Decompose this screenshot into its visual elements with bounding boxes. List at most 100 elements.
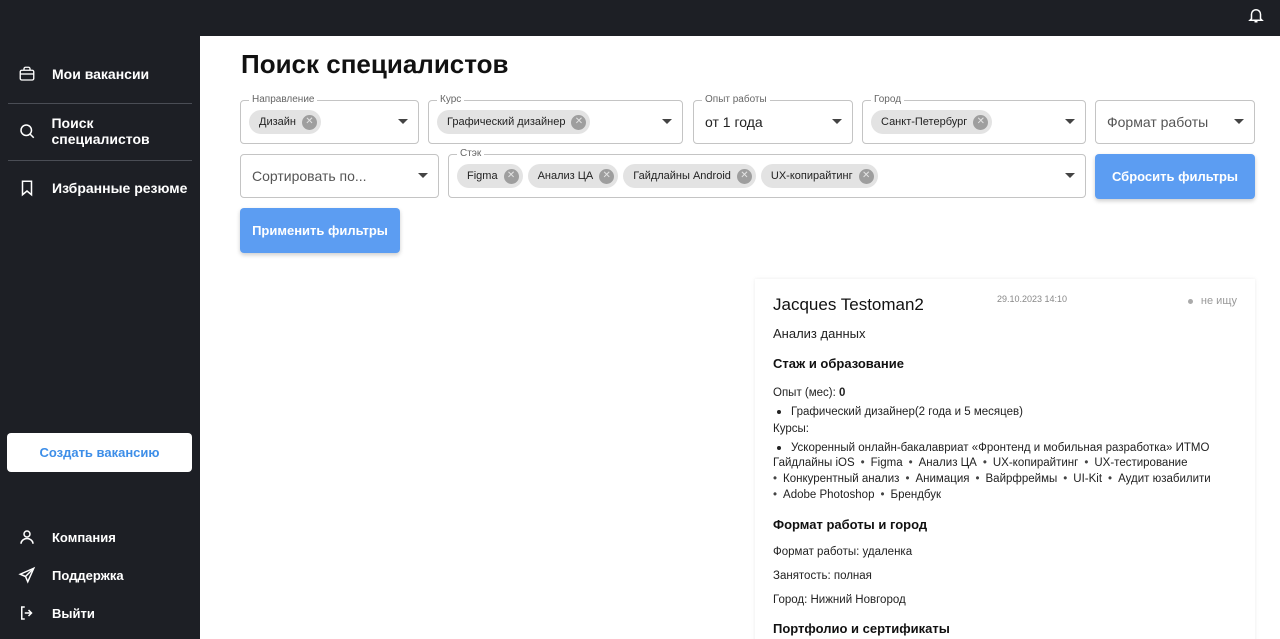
sidebar-item-label: Поддержка: [52, 567, 124, 583]
skill-tag: Анализ ЦА: [918, 457, 977, 469]
skill-tag: UX-копирайтинг: [992, 457, 1079, 469]
section-heading: Стаж и образование: [773, 356, 904, 371]
skill-tag: UX-тестирование: [1094, 457, 1188, 469]
chip-label: Санкт-Петербург: [881, 116, 968, 128]
skills-line: • Adobe Photoshop • Брендбук: [773, 489, 942, 501]
sidebar-item-company[interactable]: Компания: [8, 522, 192, 552]
chip-direction: Дизайн ✕: [249, 110, 321, 134]
chip-label: Графический дизайнер: [447, 116, 566, 128]
experience-select[interactable]: Опыт работы от 1 года: [693, 94, 853, 144]
chip-label: Анализ ЦА: [537, 170, 594, 182]
experience-row: Опыт (мес): 0: [773, 387, 845, 399]
close-icon[interactable]: ✕: [599, 168, 615, 184]
sidebar: Мои вакансии Поиск специалистов Избранны…: [0, 36, 200, 639]
course-text: Ускоренный онлайн-бакалавриат «Фронтенд …: [791, 442, 1210, 454]
close-icon[interactable]: ✕: [571, 114, 587, 130]
chip-stack: Figma ✕: [457, 164, 523, 188]
chip-stack: Анализ ЦА ✕: [527, 164, 619, 188]
skill-tag: Adobe Photoshop: [783, 489, 875, 501]
skill-tag: UI-Kit: [1073, 473, 1103, 485]
chevron-down-icon[interactable]: [832, 119, 842, 124]
section-heading: Портфолио и сертификаты: [773, 621, 950, 636]
sort-select[interactable]: Сортировать по...: [240, 154, 439, 198]
sidebar-item-logout[interactable]: Выйти: [8, 598, 192, 628]
search-icon: [16, 120, 37, 142]
chevron-down-icon[interactable]: [398, 119, 408, 124]
skills-line: Гайдлайны iOS • Figma • Анализ ЦА • UX-копирай…: [773, 457, 1188, 469]
work-format-placeholder: Формат работы: [1107, 114, 1209, 130]
city-text: Город: Нижний Новгород: [773, 594, 906, 606]
close-icon[interactable]: ✕: [858, 168, 874, 184]
sidebar-item-label: Компания: [52, 529, 116, 545]
city-select[interactable]: Город Санкт-Петербург ✕: [862, 94, 1086, 144]
sidebar-item-favorites[interactable]: Избранные резюме: [8, 160, 192, 216]
close-icon[interactable]: ✕: [736, 168, 752, 184]
chip-label: Гайдлайны Android: [633, 170, 731, 182]
create-vacancy-button[interactable]: Создать вакансию: [7, 433, 192, 472]
sidebar-item-support[interactable]: Поддержка: [8, 560, 192, 590]
chip-stack: UX-копирайтинг ✕: [760, 164, 878, 188]
chevron-down-icon[interactable]: [1065, 173, 1075, 178]
sidebar-item-search[interactable]: Поиск специалистов: [8, 103, 192, 159]
sidebar-item-label: Поиск специалистов: [51, 115, 150, 147]
reset-filters-button[interactable]: Сбросить фильтры: [1095, 154, 1255, 199]
candidate-date: 29.10.2023 14:10: [997, 294, 1068, 304]
experience-label: Опыт (мес):: [773, 387, 836, 399]
chip-stack: Гайдлайны Android ✕: [623, 164, 756, 188]
sidebar-item-label: Выйти: [52, 605, 95, 621]
page-title: Поиск специалистов: [241, 49, 509, 79]
main-content: Поиск специалистов Направление Дизайн ✕ …: [200, 36, 1280, 639]
close-icon[interactable]: ✕: [503, 168, 519, 184]
candidate-card[interactable]: Jacques Testoman2 29.10.2023 14:10 не ищ…: [755, 279, 1255, 639]
skill-tag: Аудит юзабилити: [1118, 473, 1211, 485]
work-format-select[interactable]: Формат работы: [1095, 100, 1255, 144]
chip-label: UX-копирайтинг: [770, 170, 853, 182]
section-heading: Формат работы и город: [773, 517, 928, 532]
skills-line: • Конкурентный анализ • Анимация • Вайрфреймы…: [773, 473, 1211, 485]
chevron-down-icon[interactable]: [418, 173, 428, 178]
skill-tag: Figma: [870, 457, 903, 469]
candidate-role: Анализ данных: [773, 326, 866, 341]
skill-tag: Вайрфреймы: [985, 473, 1058, 485]
chevron-down-icon[interactable]: [1065, 119, 1075, 124]
status-badge: не ищу: [1187, 295, 1237, 307]
experience-value: от 1 года: [705, 114, 763, 130]
sort-placeholder: Сортировать по...: [252, 168, 367, 184]
sidebar-item-label: Избранные резюме: [52, 180, 188, 196]
chevron-down-icon[interactable]: [662, 119, 672, 124]
status-dot-icon: [1187, 298, 1193, 304]
course-item: Ускоренный онлайн-бакалавриат «Фронтенд …: [777, 442, 1209, 454]
chip-city: Санкт-Петербург ✕: [871, 110, 993, 134]
education-item: Графический дизайнер(2 года и 5 месяцев): [777, 406, 1023, 418]
direction-select[interactable]: Направление Дизайн ✕: [240, 94, 419, 144]
work-format-text: Формат работы: удаленка: [773, 546, 913, 558]
send-icon: [16, 564, 38, 586]
candidate-name[interactable]: Jacques Testoman2: [773, 295, 924, 315]
logout-icon: [16, 602, 38, 624]
top-bar: [0, 0, 1280, 36]
user-icon: [16, 526, 38, 548]
close-icon[interactable]: ✕: [973, 114, 989, 130]
bookmark-icon: [16, 177, 38, 199]
skill-tag: Анимация: [915, 473, 970, 485]
briefcase-icon: [16, 63, 38, 85]
stack-select[interactable]: Стэк Figma ✕ Анализ ЦА ✕ Гайдлайны Andro…: [448, 148, 1086, 198]
experience-value: 0: [839, 387, 846, 399]
status-text: не ищу: [1200, 295, 1237, 307]
bell-icon[interactable]: [1244, 3, 1268, 27]
chip-course: Графический дизайнер ✕: [437, 110, 591, 134]
sidebar-item-my-vacancies[interactable]: Мои вакансии: [8, 46, 192, 102]
course-select[interactable]: Курс Графический дизайнер ✕: [428, 94, 683, 144]
field-label: Опыт работы: [702, 94, 770, 106]
close-icon[interactable]: ✕: [301, 114, 317, 130]
sidebar-item-label: Мои вакансии: [52, 66, 150, 82]
chip-label: Дизайн: [259, 116, 296, 128]
courses-label: Курсы:: [773, 423, 809, 435]
skill-tag: Конкурентный анализ: [783, 473, 900, 485]
chip-label: Figma: [467, 170, 498, 182]
employment-text: Занятость: полная: [773, 570, 872, 582]
skill-tag: Гайдлайны iOS: [773, 457, 855, 469]
chevron-down-icon[interactable]: [1234, 119, 1244, 124]
apply-filters-button[interactable]: Применить фильтры: [240, 208, 400, 253]
skill-tag: Брендбук: [890, 489, 942, 501]
